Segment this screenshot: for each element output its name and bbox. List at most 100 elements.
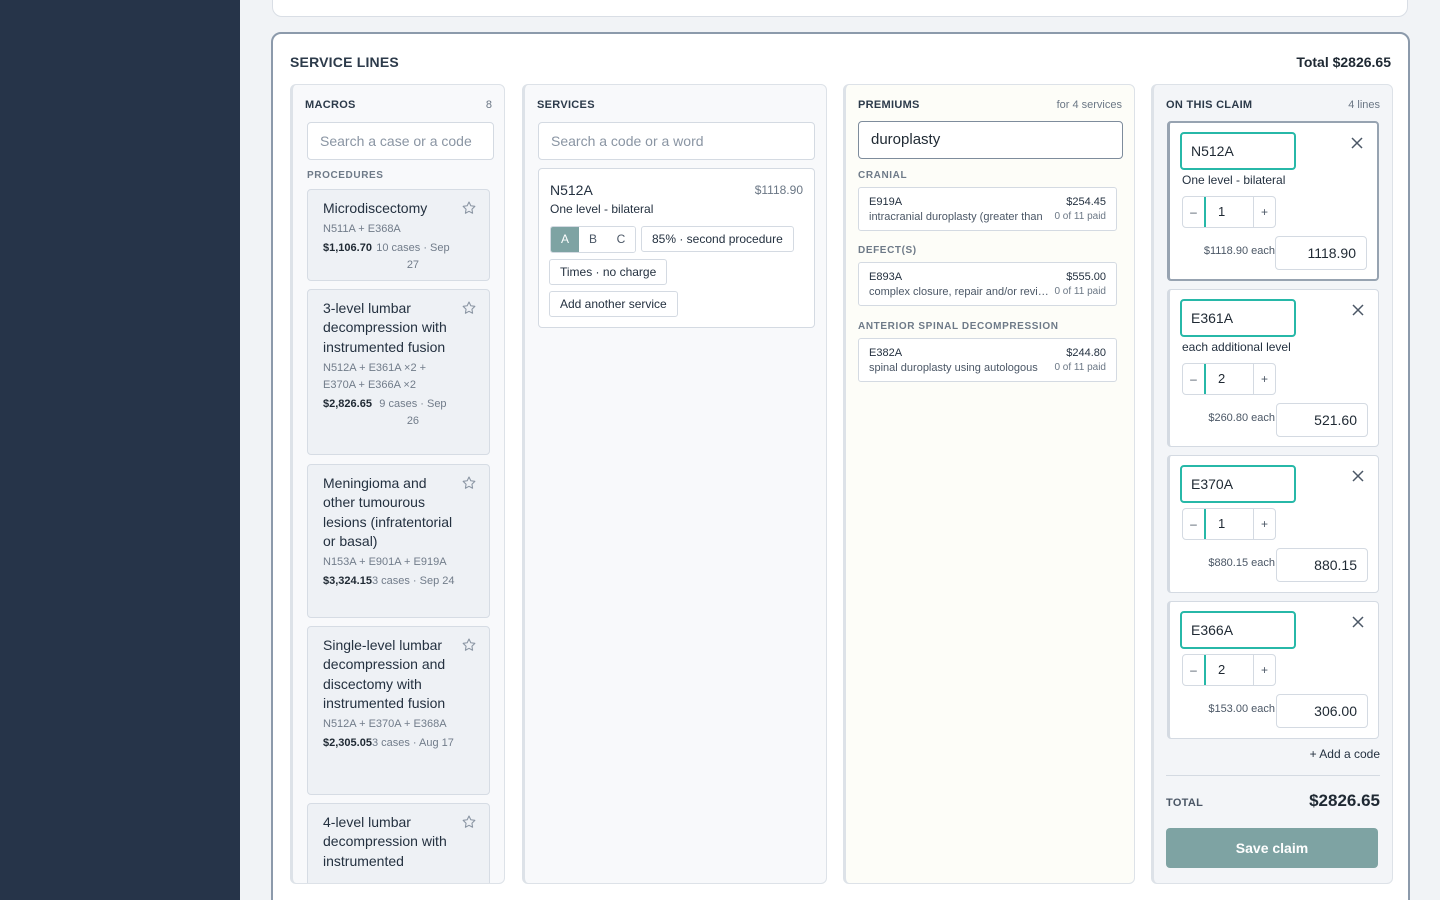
add-code-link[interactable]: + Add a code (1310, 747, 1380, 761)
macro-card[interactable]: Meningioma and other tumourous lesions (… (307, 464, 490, 618)
premium-item[interactable]: E382A spinal duroplasty using autologous… (858, 338, 1117, 382)
macro-name: 3-level lumbar decompression with instru… (323, 300, 447, 355)
decrement-button[interactable]: – (1183, 197, 1204, 227)
premium-code: E919A (869, 196, 903, 208)
quantity-input[interactable]: 1 (1204, 197, 1254, 227)
premium-price: $555.00 (1066, 271, 1106, 283)
claim-line: E370A – 1 + $880.15 each 880.15 (1167, 455, 1379, 593)
add-another-service-button[interactable]: Add another service (549, 291, 678, 317)
star-icon[interactable] (461, 300, 477, 316)
decrement-button[interactable]: – (1183, 364, 1204, 394)
claim-total-value: $2826.65 (1309, 791, 1380, 810)
star-icon[interactable] (461, 814, 477, 830)
premium-paid-status: 0 of 11 paid (1054, 286, 1106, 297)
premium-item[interactable]: E893A complex closure, repair and/or rev… (858, 262, 1117, 306)
macro-codes: N153A + E901A + E919A (323, 556, 447, 569)
quantity-input[interactable]: 2 (1204, 655, 1254, 685)
decrement-button[interactable]: – (1183, 655, 1204, 685)
quantity-input[interactable]: 2 (1204, 364, 1254, 394)
premium-description: intracranial duroplasty (greater than (869, 211, 1043, 223)
second-procedure-modifier[interactable]: 85% · second procedure (641, 226, 794, 252)
option-b-button[interactable]: B (579, 227, 607, 252)
quantity-stepper: – 1 + (1182, 196, 1276, 228)
save-claim-button[interactable]: Save claim (1166, 828, 1378, 868)
macro-card[interactable]: Single-level lumbar decompression and di… (307, 626, 490, 795)
premiums-meta: for 4 services (1056, 99, 1122, 111)
divider (1166, 775, 1380, 776)
close-icon[interactable] (1352, 470, 1364, 482)
previous-section-card (272, 0, 1408, 17)
macro-name: Microdiscectomy (323, 200, 428, 216)
macro-name: Meningioma and other tumourous lesions (… (323, 475, 453, 549)
quantity-stepper: – 2 + (1182, 363, 1276, 395)
line-description: One level - bilateral (1182, 173, 1286, 187)
macro-price: $2,826.65 (323, 397, 372, 410)
premium-code: E893A (869, 271, 903, 283)
premium-description: spinal duroplasty using autologous (869, 362, 1038, 374)
star-icon[interactable] (461, 200, 477, 216)
premium-paid-status: 0 of 11 paid (1054, 211, 1106, 222)
option-c-button[interactable]: C (607, 227, 635, 252)
macro-name: Single-level lumbar decompression and di… (323, 637, 446, 711)
increment-button[interactable]: + (1254, 509, 1275, 539)
service-option-group: A B C (550, 226, 636, 253)
line-amount-input[interactable]: 306.00 (1276, 694, 1368, 728)
line-amount-input[interactable]: 521.60 (1276, 403, 1368, 437)
service-search-input[interactable]: Search a code or a word (538, 122, 815, 160)
close-icon[interactable] (1352, 616, 1364, 628)
unit-price: $880.15 each (1208, 557, 1275, 569)
close-icon[interactable] (1352, 304, 1364, 316)
line-amount-input[interactable]: 1118.90 (1275, 236, 1367, 270)
macro-search-input[interactable]: Search a case or a code (307, 122, 494, 160)
macro-price: $1,106.70 (323, 242, 372, 255)
macro-codes: N512A + E370A + E368A (323, 718, 447, 731)
panel-title: SERVICE LINES (290, 54, 399, 70)
macros-column: MACROS 8 Search a case or a code PROCEDU… (290, 84, 505, 884)
no-charge-button[interactable]: Times · no charge (549, 259, 668, 285)
code-input[interactable]: E370A (1180, 465, 1296, 503)
unit-price: $1118.90 each (1203, 245, 1275, 257)
claim-column: ON THIS CLAIM 4 lines N512A One level - … (1151, 84, 1393, 884)
premiums-column: PREMIUMS for 4 services duroplasty CRANI… (843, 84, 1135, 884)
quantity-stepper: – 1 + (1182, 508, 1276, 540)
increment-button[interactable]: + (1254, 197, 1275, 227)
macros-count: 8 (485, 99, 492, 111)
quantity-input[interactable]: 1 (1204, 509, 1254, 539)
macros-header: MACROS (305, 99, 356, 111)
increment-button[interactable]: + (1254, 364, 1275, 394)
services-header: SERVICES (537, 99, 595, 111)
macro-card[interactable]: 3-level lumbar decompression with instru… (307, 289, 490, 455)
close-icon[interactable] (1351, 137, 1363, 149)
premium-price: $254.45 (1066, 196, 1106, 208)
code-input[interactable]: E361A (1180, 299, 1296, 337)
procedures-label: PROCEDURES (307, 170, 384, 181)
premium-description: complex closure, repair and/or revision (869, 286, 1049, 298)
claim-header: ON THIS CLAIM (1166, 99, 1253, 111)
option-a-button[interactable]: A (551, 227, 579, 252)
panel-total: Total $2826.65 (1296, 54, 1391, 70)
star-icon[interactable] (461, 475, 477, 491)
premium-group-label: DEFECT(S) (858, 245, 917, 256)
premium-paid-status: 0 of 11 paid (1054, 362, 1106, 373)
claim-line-count: 4 lines (1348, 99, 1380, 111)
macro-card[interactable]: Microdiscectomy N511A + E368A $1,106.70 1… (307, 189, 490, 281)
unit-price: $260.80 each (1208, 412, 1275, 424)
increment-button[interactable]: + (1254, 655, 1275, 685)
code-input[interactable]: N512A (1180, 132, 1296, 170)
macro-codes: N512A + E361A ×2 + E370A + E366A ×2 (323, 361, 427, 391)
app-sidebar (0, 0, 240, 900)
premiums-header: PREMIUMS (858, 99, 920, 111)
line-description: each additional level (1182, 340, 1291, 354)
premium-item[interactable]: E919A intracranial duroplasty (greater t… (858, 187, 1117, 231)
star-icon[interactable] (461, 637, 477, 653)
service-card[interactable]: N512A $1118.90 One level - bilateral A B… (538, 168, 815, 328)
premium-search-input[interactable]: duroplasty (858, 121, 1123, 159)
code-input[interactable]: E366A (1180, 611, 1296, 649)
macro-card[interactable]: 4-level lumbar decompression with instru… (307, 803, 490, 883)
line-amount-input[interactable]: 880.15 (1276, 548, 1368, 582)
premium-price: $244.80 (1066, 347, 1106, 359)
decrement-button[interactable]: – (1183, 509, 1204, 539)
service-price: $1118.90 (754, 183, 803, 197)
services-column: SERVICES Search a code or a word N512A $… (522, 84, 827, 884)
quantity-stepper: – 2 + (1182, 654, 1276, 686)
